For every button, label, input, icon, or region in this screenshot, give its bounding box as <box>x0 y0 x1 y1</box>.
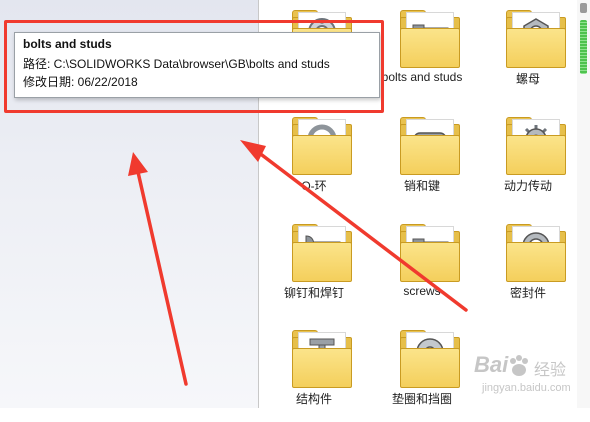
folder-label: 密封件 <box>509 286 546 300</box>
folder-label: screws <box>403 284 441 298</box>
folder-item-washers[interactable]: 垫圈和挡圈 <box>374 322 470 422</box>
folder-icon <box>400 224 460 282</box>
watermark-logo: Bai <box>474 352 509 377</box>
folder-label: 动力传动 <box>503 179 552 193</box>
folder-label: bolts and studs <box>381 70 463 84</box>
folder-item-screws[interactable]: screws <box>374 216 470 316</box>
folder-label: 结构件 <box>295 392 332 406</box>
scroll-up-button[interactable] <box>580 3 587 13</box>
paw-icon <box>510 355 528 376</box>
folder-icon <box>292 117 352 175</box>
folder-label: 垫圈和挡圈 <box>391 392 452 406</box>
folder-icon <box>292 330 352 388</box>
baidu-watermark: Bai 经验 jingyan.baidu.com <box>472 352 588 404</box>
folder-item-structural[interactable]: 结构件 <box>266 322 362 422</box>
folder-label: 销和键 <box>403 179 440 193</box>
watermark-suffix: 经验 <box>534 362 567 379</box>
folder-label: 螺母 <box>515 72 540 86</box>
folder-icon <box>400 330 460 388</box>
folder-item-power-transmission[interactable]: 动力传动 <box>480 109 576 209</box>
folder-icon <box>506 10 566 68</box>
folder-icon <box>506 117 566 175</box>
vertical-scrollbar[interactable] <box>577 0 590 408</box>
folder-item-nuts[interactable]: 螺母 <box>480 2 576 102</box>
folder-label: O-环 <box>301 179 327 193</box>
folder-item-bolts-and-studs[interactable]: bolts and studs <box>374 2 470 102</box>
folder-label: 铆钉和焊钉 <box>283 286 344 300</box>
watermark-url: jingyan.baidu.com <box>482 382 571 394</box>
folder-icon <box>400 117 460 175</box>
scroll-thumb[interactable] <box>580 20 587 74</box>
annotation-highlight-box <box>4 20 384 113</box>
folder-icon <box>506 224 566 282</box>
folder-item-rivets[interactable]: 铆钉和焊钉 <box>266 216 362 316</box>
folder-icon <box>292 224 352 282</box>
folder-item-o-rings[interactable]: O-环 <box>266 109 362 209</box>
folder-item-seals[interactable]: 密封件 <box>480 216 576 316</box>
folder-icon <box>400 10 460 68</box>
folder-item-pins-and-keys[interactable]: 销和键 <box>374 109 470 209</box>
